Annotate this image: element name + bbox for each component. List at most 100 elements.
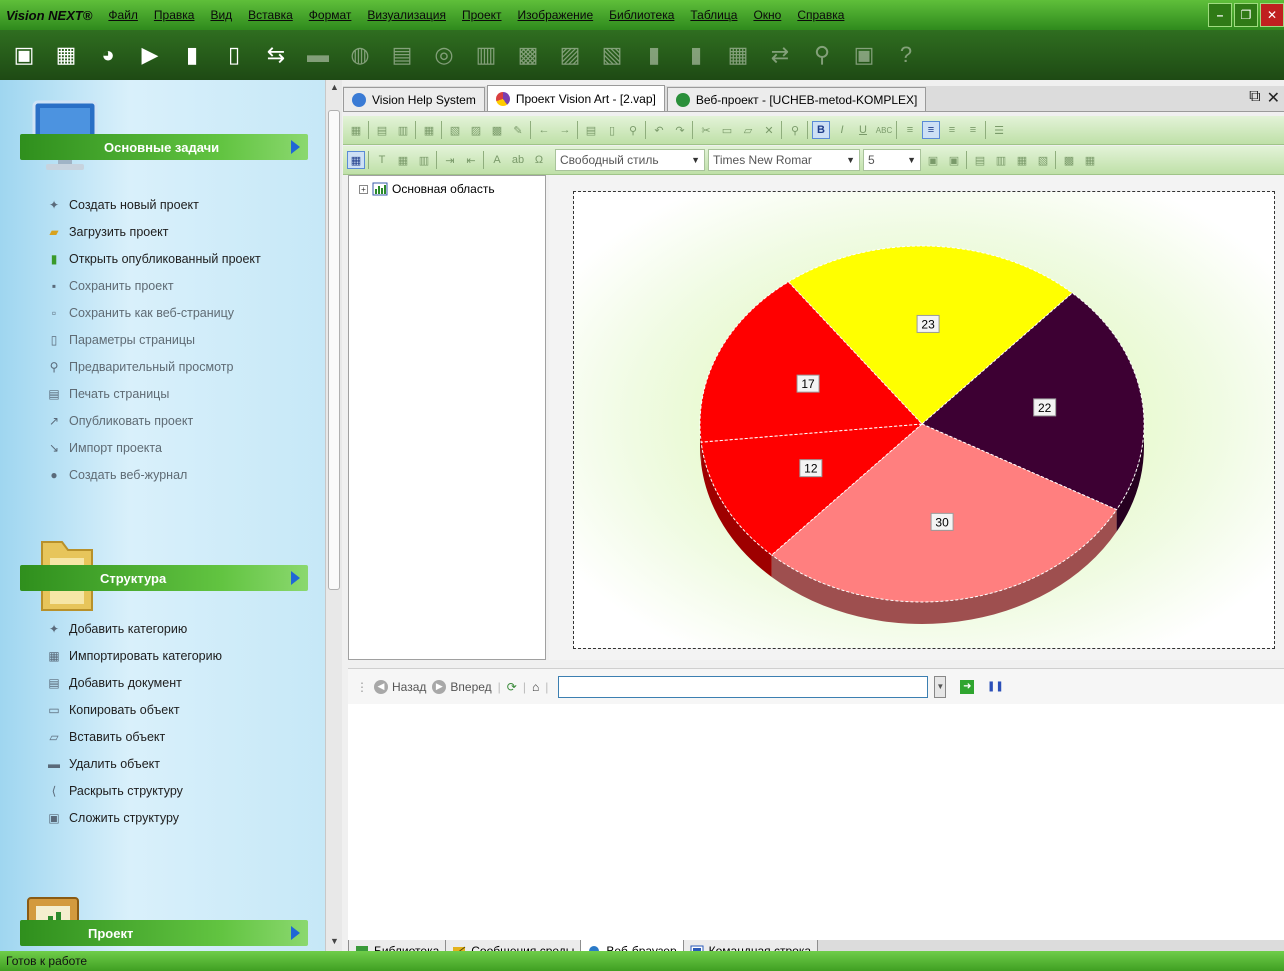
task-create-project[interactable]: ✦ Создать новый проект	[49, 191, 261, 218]
new-block-icon[interactable]: ▥	[394, 121, 412, 139]
expand-node-icon[interactable]: +	[359, 184, 368, 194]
task-copy-object[interactable]: ▭ Копировать объект	[48, 696, 222, 723]
font-select[interactable]: Times New Romar ▼	[708, 149, 860, 171]
film-icon[interactable]: ▤	[384, 35, 420, 75]
shrink-icon[interactable]: ▣	[945, 151, 963, 169]
group-header-project[interactable]: Проект	[20, 920, 308, 946]
image-icon[interactable]: ▩	[488, 121, 506, 139]
close-tab-icon[interactable]: ✕	[1267, 88, 1280, 108]
scrollbar-thumb[interactable]	[328, 110, 340, 590]
disk-icon[interactable]: ◍	[342, 35, 378, 75]
align-justify-icon[interactable]: ≡	[964, 121, 982, 139]
books-icon[interactable]: ▮	[678, 35, 714, 75]
globe-icon[interactable]: ◕	[90, 35, 126, 75]
task-page-setup[interactable]: ▯ Параметры страницы	[50, 326, 261, 353]
ungroup-icon[interactable]: ▧	[1034, 151, 1052, 169]
chevron-right-icon[interactable]	[291, 140, 300, 154]
go-icon[interactable]: ➜	[960, 679, 975, 694]
paste-icon[interactable]: ▨	[467, 121, 485, 139]
help-icon[interactable]: ?	[888, 35, 924, 75]
task-preview[interactable]: ⚲ Предварительный просмотр	[50, 353, 261, 380]
align-right-icon[interactable]: ≡	[943, 121, 961, 139]
bring-front-icon[interactable]: ▤	[971, 151, 989, 169]
menu-project[interactable]: Проект	[454, 8, 510, 22]
task-collapse-structure[interactable]: ▣ Сложить структуру	[48, 804, 222, 831]
url-dropdown-icon[interactable]: ▼	[934, 675, 947, 698]
tree-node-main-area[interactable]: + Основная область	[359, 182, 495, 196]
menu-file[interactable]: Файл	[100, 8, 146, 22]
insert-icon[interactable]: ▧	[446, 121, 464, 139]
cd-icon[interactable]: ◎	[426, 35, 462, 75]
task-publish[interactable]: ↗ Опубликовать проект	[49, 407, 261, 434]
export-icon[interactable]: ⇆	[258, 35, 294, 75]
menu-library[interactable]: Библиотека	[601, 8, 682, 22]
group-header-main-tasks[interactable]: Основные задачи	[20, 134, 308, 160]
scroll-down-icon[interactable]: ▼	[330, 936, 339, 946]
book-open-icon[interactable]: ▯	[216, 35, 252, 75]
scroll-up-icon[interactable]: ▲	[330, 82, 339, 92]
menu-window[interactable]: Окно	[745, 8, 789, 22]
page-icon[interactable]: ▯	[603, 121, 621, 139]
undo-icon[interactable]: ↶	[650, 121, 668, 139]
menu-help[interactable]: Справка	[789, 8, 852, 22]
book-closed-icon[interactable]: ▮	[636, 35, 672, 75]
image-folder-icon[interactable]: ▦	[48, 35, 84, 75]
task-add-category[interactable]: ✦ Добавить категорию	[49, 615, 222, 642]
table-icon[interactable]: ▦	[420, 121, 438, 139]
tab-vision-art-project[interactable]: Проект Vision Art - [2.vap]	[486, 85, 665, 111]
window-list-icon[interactable]: ⧉	[1249, 88, 1260, 108]
tab-help-system[interactable]: Vision Help System	[343, 87, 485, 111]
menu-image[interactable]: Изображение	[510, 8, 602, 22]
task-import[interactable]: ↘ Импорт проекта	[49, 434, 261, 461]
home-icon[interactable]: ⌂	[532, 680, 539, 694]
task-add-document[interactable]: ▤ Добавить документ	[48, 669, 222, 696]
restore-icon[interactable]: ❐	[1234, 3, 1258, 27]
task-import-category[interactable]: ▦ Импортировать категорию	[48, 642, 222, 669]
book-icon[interactable]: ▮	[174, 35, 210, 75]
gallery-icon[interactable]: ▩	[510, 35, 546, 75]
menu-edit[interactable]: Правка	[146, 8, 203, 22]
list-icon[interactable]: ☰	[990, 121, 1008, 139]
paste-clip-icon[interactable]: ▱	[739, 121, 757, 139]
menu-view[interactable]: Вид	[202, 8, 240, 22]
task-delete-object[interactable]: ▬ Удалить объект	[48, 750, 222, 777]
pie-chart[interactable]: 23 22 30 12 17	[574, 192, 1275, 649]
tab-web-project[interactable]: Веб-проект - [UCHEB-metod-KOMPLEX]	[666, 87, 927, 111]
indent-icon[interactable]: ⇥	[441, 151, 459, 169]
text-box-icon[interactable]: T	[373, 151, 391, 169]
underline-icon[interactable]: U	[854, 121, 872, 139]
url-input[interactable]	[558, 675, 929, 698]
arrow-right-icon[interactable]: →	[556, 121, 574, 139]
edit-image-icon[interactable]: ▨	[552, 35, 588, 75]
char-map-icon[interactable]: Ω	[530, 151, 548, 169]
minimize-icon[interactable]: –	[1208, 3, 1232, 27]
task-paste-object[interactable]: ▱ Вставить объект	[49, 723, 222, 750]
share-icon[interactable]: ⇄	[762, 35, 798, 75]
grow-icon[interactable]: ▣	[924, 151, 942, 169]
task-save-web[interactable]: ▫ Сохранить как веб-страницу	[50, 299, 261, 326]
chevron-right-icon[interactable]	[291, 926, 300, 940]
menu-format[interactable]: Формат	[301, 8, 360, 22]
refresh-icon[interactable]: ⟳	[507, 680, 517, 694]
style-select[interactable]: Свободный стиль ▼	[555, 149, 705, 171]
menu-table[interactable]: Таблица	[682, 8, 745, 22]
delete-icon[interactable]: ✕	[760, 121, 778, 139]
pause-icon[interactable]: ❚❚	[987, 680, 1004, 694]
insert-object-icon[interactable]: ▩	[1060, 151, 1078, 169]
redo-icon[interactable]: ↷	[671, 121, 689, 139]
menu-visualization[interactable]: Визуализация	[359, 8, 454, 22]
search-icon[interactable]: ⚲	[804, 35, 840, 75]
table-insert-icon[interactable]: ▦	[394, 151, 412, 169]
bold-icon[interactable]: B	[812, 121, 830, 139]
chart-frame[interactable]: 23 22 30 12 17	[573, 191, 1275, 649]
task-print[interactable]: ▤ Печать страницы	[48, 380, 261, 407]
document-play-icon[interactable]: ▶	[132, 35, 168, 75]
group-icon[interactable]: ▦	[1013, 151, 1031, 169]
new-page-icon[interactable]: ▤	[373, 121, 391, 139]
scanner-icon[interactable]: ▬	[300, 35, 336, 75]
menu-insert[interactable]: Вставка	[240, 8, 301, 22]
browser-view[interactable]	[348, 704, 1284, 940]
package-icon[interactable]: ▣	[846, 35, 882, 75]
document-icon[interactable]: ▥	[468, 35, 504, 75]
highlight-icon[interactable]: ab	[509, 151, 527, 169]
